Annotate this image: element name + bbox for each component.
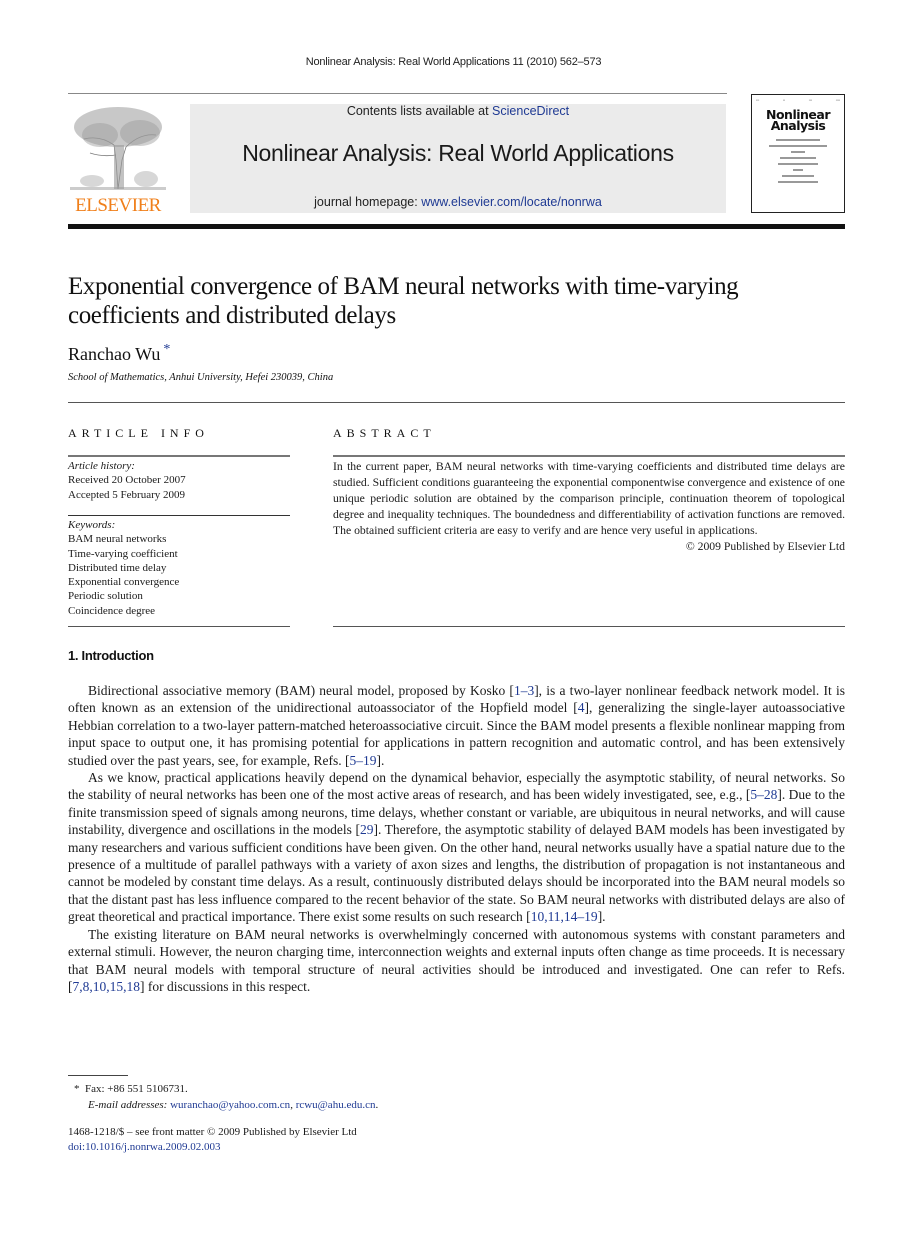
header-rule bbox=[68, 93, 727, 94]
doi-link[interactable]: doi:10.1016/j.nonrwa.2009.02.003 bbox=[68, 1141, 220, 1153]
sciencedirect-link[interactable]: ScienceDirect bbox=[492, 104, 569, 118]
abstract-bottom-rule bbox=[333, 626, 845, 627]
section-heading-introduction: 1. Introduction bbox=[68, 648, 154, 663]
keyword: Exponential convergence bbox=[68, 576, 180, 589]
article-info-rule bbox=[68, 455, 290, 457]
affiliation: School of Mathematics, Anhui University,… bbox=[68, 372, 334, 383]
email-line: E-mail addresses: wuranchao@yahoo.com.cn… bbox=[88, 1099, 379, 1111]
citation-link[interactable]: 7,8,10,15,18 bbox=[73, 979, 141, 994]
citation-link[interactable]: 5–28 bbox=[750, 787, 777, 802]
front-matter: 1468-1218/$ – see front matter © 2009 Pu… bbox=[68, 1125, 357, 1155]
running-head: Nonlinear Analysis: Real World Applicati… bbox=[305, 56, 602, 68]
abstract-heading: ABSTRACT bbox=[333, 426, 436, 440]
received-date: Received 20 October 2007 bbox=[68, 474, 186, 487]
abstract-text: In the current paper, BAM neural network… bbox=[333, 460, 845, 537]
paragraph: Bidirectional associative memory (BAM) n… bbox=[68, 683, 845, 768]
introduction-body: Bidirectional associative memory (BAM) n… bbox=[68, 682, 845, 995]
keyword: Time-varying coefficient bbox=[68, 547, 178, 560]
author-footnote-mark[interactable]: * bbox=[163, 342, 170, 357]
keywords-label: Keywords: bbox=[68, 519, 116, 531]
keyword: Distributed time delay bbox=[68, 561, 167, 574]
footnote: * Fax: +86 551 5106731. E-mail addresses… bbox=[74, 1081, 378, 1113]
elsevier-logo[interactable]: ELSEVIER bbox=[68, 103, 168, 216]
journal-banner: Contents lists available at ScienceDirec… bbox=[190, 104, 726, 213]
cover-header-strip: ▪▪▪ ▪▪ ▪▪▪ ▪▪▪▪ bbox=[756, 98, 840, 102]
citation-link[interactable]: 1–3 bbox=[514, 683, 534, 698]
abstract-body: In the current paper, BAM neural network… bbox=[333, 459, 845, 555]
fax-line: * Fax: +86 551 5106731. bbox=[74, 1083, 188, 1095]
article-history: Article history: Received 20 October 200… bbox=[68, 459, 290, 502]
keywords-block: Keywords: BAM neural networks Time-varyi… bbox=[68, 518, 290, 618]
footnote-rule bbox=[68, 1075, 128, 1076]
citation-link[interactable]: 5–19 bbox=[350, 753, 377, 768]
contents-line: Contents lists available at ScienceDirec… bbox=[190, 104, 726, 118]
keyword: BAM neural networks bbox=[68, 533, 167, 546]
title-rule bbox=[68, 402, 845, 403]
history-rule bbox=[68, 515, 290, 516]
journal-title: Nonlinear Analysis: Real World Applicati… bbox=[242, 140, 674, 166]
email-link[interactable]: wuranchao@yahoo.com.cn bbox=[170, 1099, 290, 1111]
tree-icon bbox=[70, 107, 166, 190]
abstract-rule bbox=[333, 455, 845, 457]
journal-cover-thumbnail[interactable]: ▪▪▪ ▪▪ ▪▪▪ ▪▪▪▪ Nonlinear Analysis bbox=[751, 94, 845, 213]
paragraph: As we know, practical applications heavi… bbox=[68, 770, 845, 925]
keywords-rule bbox=[68, 626, 290, 627]
paragraph: The existing literature on BAM neural ne… bbox=[68, 926, 845, 994]
article-title: Exponential convergence of BAM neural ne… bbox=[68, 273, 739, 329]
header-thick-rule bbox=[68, 224, 845, 229]
email-link[interactable]: rcwu@ahu.edu.cn bbox=[296, 1099, 376, 1111]
homepage-prefix: journal homepage: bbox=[314, 195, 422, 209]
citation-link[interactable]: 10,11,14–19 bbox=[531, 909, 598, 924]
history-label: Article history: bbox=[68, 460, 135, 472]
author-name: Ranchao Wu * bbox=[68, 342, 170, 365]
cover-title: Nonlinear Analysis bbox=[766, 107, 831, 133]
keyword: Coincidence degree bbox=[68, 604, 156, 617]
keyword: Periodic solution bbox=[68, 590, 143, 603]
abstract-copyright: © 2009 Published by Elsevier Ltd bbox=[685, 540, 845, 553]
footnote-mark: * bbox=[74, 1083, 80, 1095]
cover-text-lines bbox=[762, 135, 834, 195]
author-text: Ranchao Wu bbox=[68, 344, 161, 364]
issn-line: 1468-1218/$ – see front matter © 2009 Pu… bbox=[68, 1126, 357, 1138]
article-info-heading: ARTICLE INFO bbox=[68, 426, 209, 440]
accepted-date: Accepted 5 February 2009 bbox=[68, 488, 185, 501]
elsevier-wordmark: ELSEVIER bbox=[75, 195, 161, 216]
homepage-line: journal homepage: www.elsevier.com/locat… bbox=[190, 195, 726, 209]
citation-link[interactable]: 29 bbox=[360, 822, 374, 837]
journal-homepage-link[interactable]: www.elsevier.com/locate/nonrwa bbox=[421, 195, 602, 209]
contents-prefix: Contents lists available at bbox=[346, 104, 493, 118]
